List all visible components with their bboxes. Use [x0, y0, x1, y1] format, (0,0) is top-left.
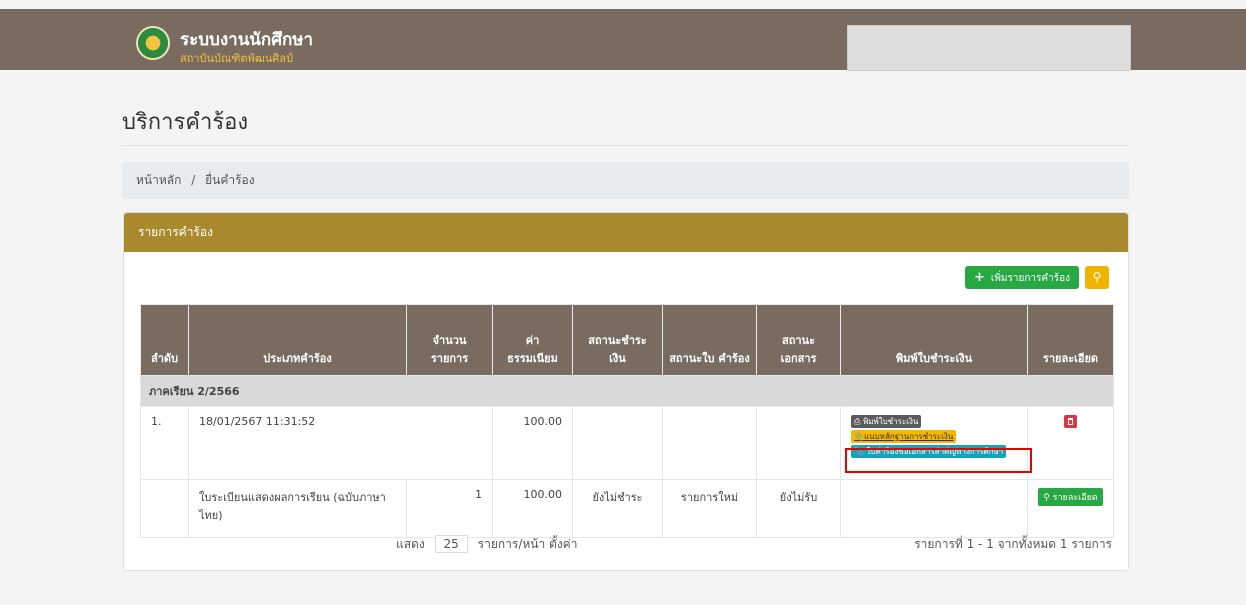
- header-print-payment: พิมพ์ใบชำระเงิน: [840, 304, 1028, 376]
- record-summary: รายการที่ 1 - 1 จากทั้งหมด 1 รายการ: [914, 537, 1112, 551]
- page-size-select[interactable]: 25: [434, 535, 468, 553]
- order-request-status: [662, 406, 757, 480]
- order-no: 1.: [140, 406, 189, 480]
- search-icon: ⚲: [1092, 270, 1102, 284]
- item-type: ใบระเบียนแสดงผลการเรียน (ฉบับภาษาไทย): [188, 479, 407, 538]
- paperclip-icon: 📎: [854, 432, 864, 441]
- search-icon: ⚲: [1043, 493, 1050, 503]
- order-delete-cell: [1027, 406, 1114, 480]
- item-request-status: รายการใหม่: [662, 479, 757, 538]
- header-detail: รายละเอียด: [1027, 304, 1114, 376]
- order-actions: ⎙ พิมพ์ใบชำระเงิน 📎แนบหลักฐานการชำระเงิน…: [840, 406, 1032, 480]
- header-quantity: จำนวน รายการ: [406, 304, 493, 376]
- search-button[interactable]: ⚲: [1085, 266, 1109, 289]
- title-divider: [122, 145, 1129, 146]
- request-table: ลำดับ ประเภทคำร้อง จำนวน รายการ ค่า ธรรม…: [140, 304, 1114, 538]
- item-detail-cell: ⚲ รายละเอียด: [1027, 479, 1114, 538]
- institute-logo-icon: [136, 26, 170, 60]
- header-payment-status: สถานะชำระ เงิน: [572, 304, 663, 376]
- print-payment-label: พิมพ์ใบชำระเงิน: [862, 417, 919, 426]
- breadcrumb-separator: /: [191, 173, 196, 187]
- header-request-type: ประเภทคำร้อง: [188, 304, 407, 376]
- breadcrumb: หน้าหลัก / ยื่นคำร้อง: [122, 162, 1129, 199]
- user-info-box[interactable]: [847, 25, 1131, 71]
- card-title: รายการคำร้อง: [124, 213, 1128, 252]
- detail-button[interactable]: ⚲ รายละเอียด: [1038, 488, 1103, 506]
- item-no: [140, 479, 189, 538]
- item-fee: 100.00: [492, 479, 573, 538]
- order-datetime: 18/01/2567 11:31:52: [188, 406, 493, 480]
- header-document-status: สถานะ เอกสาร: [756, 304, 841, 376]
- header-no: ลำดับ: [140, 304, 189, 376]
- detail-label: รายละเอียด: [1052, 493, 1098, 503]
- print-payment-button[interactable]: ⎙ พิมพ์ใบชำระเงิน: [851, 415, 922, 428]
- highlight-box: [845, 448, 1032, 473]
- header-fee: ค่า ธรรมเนียม: [492, 304, 573, 376]
- request-list-card: รายการคำร้อง + เพิ่มรายการคำร้อง ⚲ ลำดับ …: [123, 212, 1129, 571]
- breadcrumb-home-link[interactable]: หน้าหลัก: [136, 173, 181, 187]
- order-payment-status: [572, 406, 663, 480]
- item-print-cell: [840, 479, 1028, 538]
- item-document-status: ยังไม่รับ: [756, 479, 841, 538]
- attach-evidence-label: แนบหลักฐานการชำระเงิน: [863, 432, 954, 441]
- add-request-label: เพิ่มรายการคำร้อง: [990, 273, 1070, 284]
- plus-icon: +: [974, 270, 985, 285]
- per-page-settings-link[interactable]: รายการ/หน้า ตั้งค่า: [478, 537, 578, 551]
- term-label: ภาคเรียน 2/2566: [140, 375, 1114, 407]
- breadcrumb-current: ยื่นคำร้อง: [205, 173, 255, 187]
- page-title: บริการคำร้อง: [122, 110, 249, 135]
- add-request-button[interactable]: + เพิ่มรายการคำร้อง: [965, 266, 1079, 289]
- order-fee: 100.00: [492, 406, 573, 480]
- printer-icon: ⎙: [854, 417, 861, 426]
- trash-icon[interactable]: [1064, 415, 1077, 428]
- institute-name: สถาบันบัณฑิตพัฒนศิลป์: [180, 52, 293, 65]
- attach-evidence-link[interactable]: 📎แนบหลักฐานการชำระเงิน: [851, 430, 957, 443]
- table-row: 1. 18/01/2567 11:31:52 100.00 ⎙ พิมพ์ใบช…: [140, 406, 1114, 480]
- term-row: ภาคเรียน 2/2566: [140, 375, 1114, 407]
- top-navbar: ระบบงานนักศึกษา สถาบันบัณฑิตพัฒนศิลป์: [0, 9, 1246, 71]
- show-label: แสดง: [396, 537, 425, 551]
- item-payment-status: ยังไม่ชำระ: [572, 479, 663, 538]
- table-row: ใบระเบียนแสดงผลการเรียน (ฉบับภาษาไทย) 1 …: [140, 479, 1114, 538]
- header-request-status: สถานะใบ คำร้อง: [662, 304, 757, 376]
- table-header-row: ลำดับ ประเภทคำร้อง จำนวน รายการ ค่า ธรรม…: [140, 304, 1114, 376]
- order-document-status: [756, 406, 841, 480]
- item-qty: 1: [406, 479, 493, 538]
